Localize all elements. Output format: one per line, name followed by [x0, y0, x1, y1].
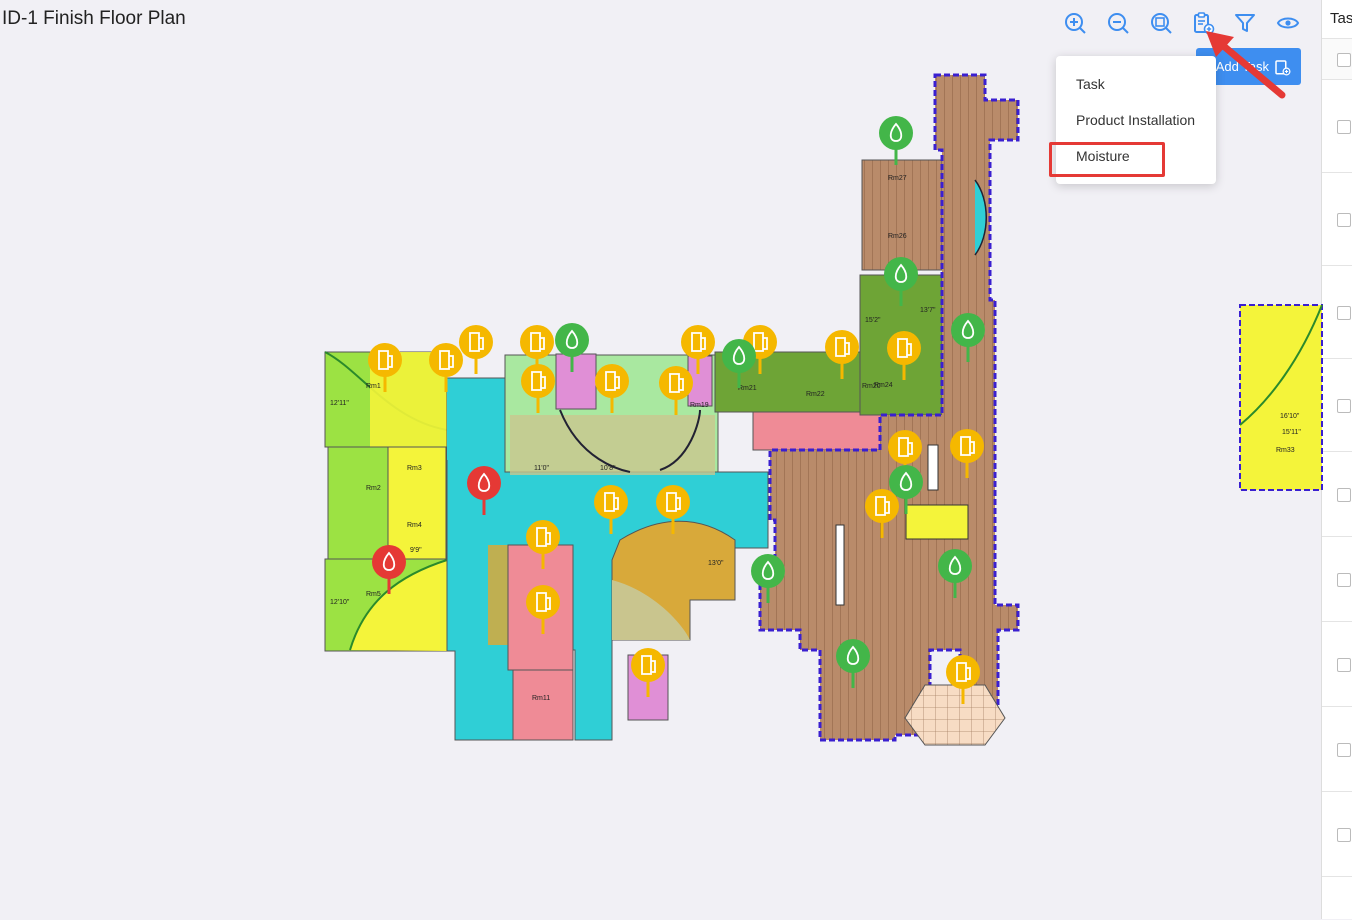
menu-item-product-installation[interactable]: Product Installation [1076, 112, 1195, 128]
room-label: Rm19 [690, 402, 709, 409]
room-label: Rm3 [407, 465, 422, 472]
dimension-label: 13'7" [920, 307, 936, 314]
room-region [327, 446, 389, 560]
menu-item-task[interactable]: Task [1076, 76, 1105, 92]
room-label: Rm2 [366, 485, 381, 492]
room-region [387, 446, 447, 560]
fixture [927, 444, 939, 491]
product-installation-pin[interactable] [459, 325, 493, 374]
dimension-label: 15'2" [865, 317, 881, 324]
room-label: Rm5 [366, 591, 381, 598]
dimension-label: 15'11" [1282, 429, 1301, 436]
room-label: Rm11 [532, 695, 550, 702]
room-label: Rm21 [738, 385, 757, 392]
room-region [447, 380, 505, 460]
room-label: Rm27 [888, 175, 907, 182]
dimension-label: 12'11" [330, 400, 349, 407]
room-region [752, 409, 884, 451]
dimension-label: 16'10" [1280, 413, 1300, 420]
room-label: Rm24 [874, 382, 893, 389]
room-label: Rm33 [1276, 447, 1295, 454]
fixture [905, 504, 969, 540]
room-label: Rm4 [407, 522, 422, 529]
dimension-label: 12'10" [330, 599, 350, 606]
room-label: Rm1 [366, 383, 381, 390]
dimension-label: 13'0" [708, 560, 724, 567]
moisture-pin[interactable] [879, 116, 913, 165]
room-region [512, 669, 574, 741]
room-label: Rm22 [806, 391, 825, 398]
annotation-arrow-icon [1206, 31, 1286, 99]
room-region [555, 353, 597, 410]
moisture-highlight-box [1049, 142, 1165, 177]
fixture [835, 524, 845, 606]
dimension-label: 10'8" [600, 465, 616, 472]
dimension-label: 9'9" [410, 547, 422, 554]
dimension-label: 11'0" [534, 465, 549, 472]
foyer-region [904, 684, 1006, 746]
room-label: Rm26 [888, 233, 907, 240]
